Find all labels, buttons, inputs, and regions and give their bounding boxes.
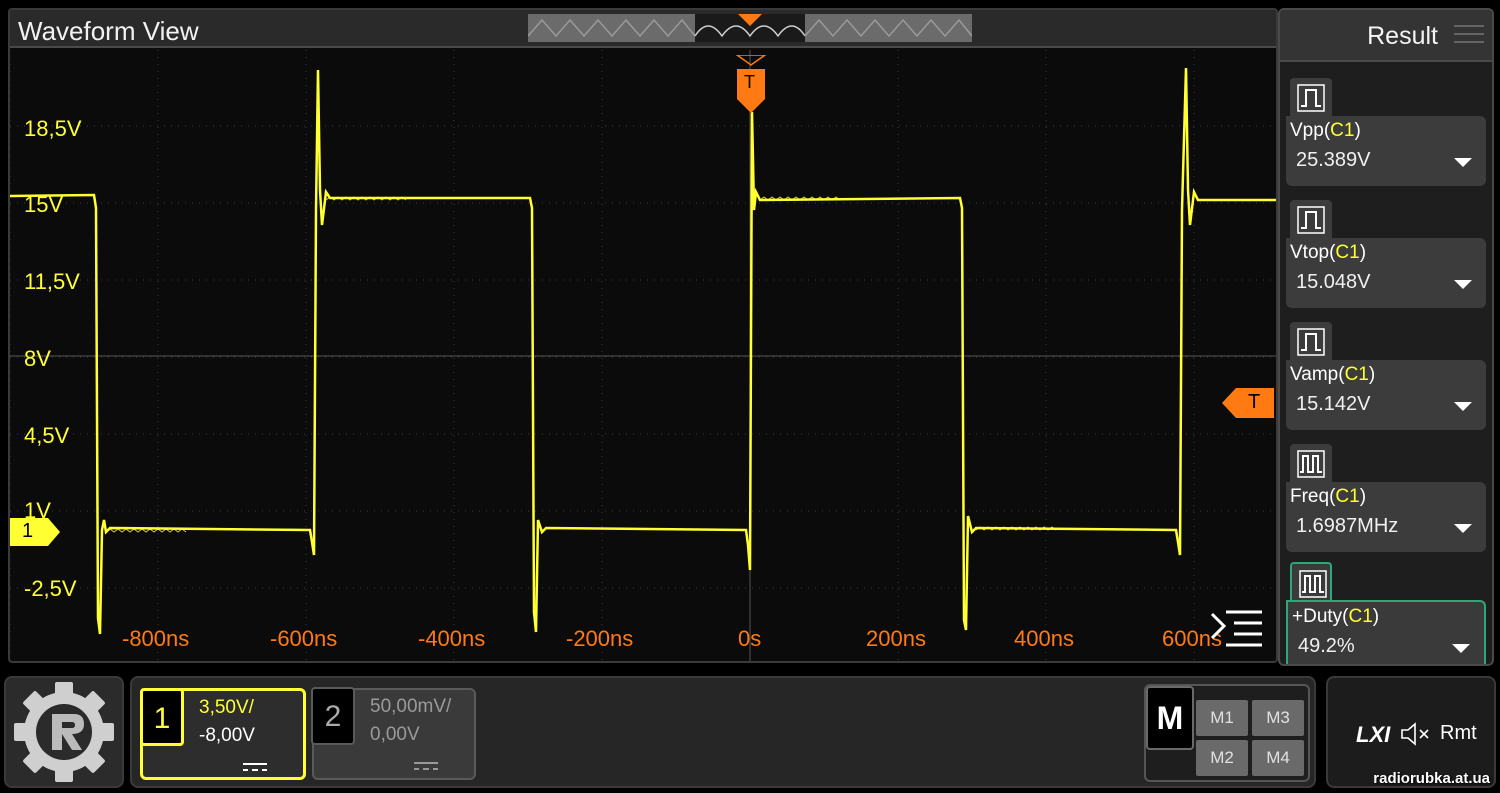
- time-label: -800ns: [122, 626, 190, 651]
- chevron-down-icon[interactable]: [1452, 642, 1470, 654]
- waveform-panel: Waveform View 18,5V 15V 11,5V 8V 4,5V 1V…: [8, 8, 1278, 663]
- volt-label: 11,5V: [24, 269, 80, 294]
- ch1-marker-label: 1: [22, 520, 34, 542]
- measurement-vpp[interactable]: Vpp(C1) 25.389V: [1286, 78, 1488, 198]
- volt-label: 15V: [24, 192, 64, 217]
- measurement-vtop[interactable]: Vtop(C1) 15.048V: [1286, 200, 1488, 320]
- trigger-position-marker[interactable]: T: [734, 54, 768, 115]
- channel-1-number: 1: [140, 688, 184, 746]
- measurement-duty[interactable]: +Duty(C1) 49.2%: [1286, 562, 1488, 664]
- measurement-value: 15.142V: [1296, 393, 1371, 415]
- channel-2-button[interactable]: 2 50,00mV/ 0,00V: [311, 687, 476, 780]
- measurement-card[interactable]: Vamp(C1) 15.142V: [1286, 360, 1486, 430]
- chevron-down-icon[interactable]: [1454, 400, 1472, 412]
- gear-logo-icon: [14, 682, 114, 782]
- main-menu-button[interactable]: [4, 676, 124, 788]
- waveform-title-bar: Waveform View: [10, 10, 1276, 48]
- measurement-name: Vpp(C1): [1290, 120, 1361, 141]
- trigger-position-label: T: [744, 72, 755, 92]
- time-label: 400ns: [1014, 626, 1074, 651]
- trigger-level-label: T: [1248, 391, 1261, 413]
- pulse-measure-icon: [1290, 200, 1332, 242]
- measurement-name: Freq(C1): [1290, 486, 1367, 507]
- math-button[interactable]: M: [1146, 686, 1194, 750]
- volt-label: -2,5V: [24, 576, 77, 601]
- chevron-down-icon[interactable]: [1454, 278, 1472, 290]
- watermark: radiorubka.at.ua: [1373, 770, 1490, 787]
- result-header: Result: [1280, 10, 1492, 62]
- time-label: -600ns: [270, 626, 338, 651]
- trigger-level-marker[interactable]: T: [1222, 388, 1276, 418]
- measurement-card[interactable]: +Duty(C1) 49.2%: [1286, 600, 1486, 664]
- bottom-bar: 1 3,50V/ -8,00V 2 50,00mV/ 0,00V M M1 M3…: [0, 672, 1500, 793]
- time-label: -200ns: [566, 626, 634, 651]
- channel-2-offset: 0,00V: [370, 724, 420, 745]
- measurement-name: Vamp(C1): [1290, 364, 1376, 385]
- remote-status[interactable]: Rmt: [1440, 722, 1477, 745]
- volt-label: 4,5V: [24, 423, 70, 448]
- speaker-mute-icon[interactable]: [1400, 722, 1432, 746]
- waveform-overview-strip[interactable]: [528, 14, 972, 42]
- waveform-graticule[interactable]: [10, 50, 1276, 663]
- pulse-measure-icon: [1290, 322, 1332, 364]
- math-m1-button[interactable]: M1: [1196, 700, 1248, 736]
- dc-coupling-icon: [243, 763, 267, 771]
- time-label: 200ns: [866, 626, 926, 651]
- dc-coupling-icon: [414, 762, 438, 770]
- result-panel: Result Vpp(C1) 25.389V Vtop(C1) 15.048V: [1278, 8, 1494, 666]
- drag-handle-icon[interactable]: [1454, 22, 1484, 46]
- waveform-title: Waveform View: [18, 16, 199, 46]
- volt-label: 18,5V: [24, 116, 82, 141]
- measurement-value: 49.2%: [1298, 635, 1355, 657]
- measurement-freq[interactable]: Freq(C1) 1.6987MHz: [1286, 444, 1488, 564]
- channel-1-button[interactable]: 1 3,50V/ -8,00V: [140, 688, 306, 780]
- measurement-card[interactable]: Vtop(C1) 15.048V: [1286, 238, 1486, 308]
- math-m3-button[interactable]: M3: [1252, 700, 1304, 736]
- channel-bar: 1 3,50V/ -8,00V 2 50,00mV/ 0,00V M M1 M3…: [130, 676, 1316, 788]
- math-group: M M1 M3 M2 M4: [1144, 684, 1310, 782]
- channel-1-scale: 3,50V/: [199, 697, 254, 718]
- math-m2-button[interactable]: M2: [1196, 740, 1248, 776]
- volt-label: 8V: [24, 346, 51, 371]
- measurement-value: 1.6987MHz: [1296, 515, 1399, 537]
- measurement-value: 15.048V: [1296, 271, 1371, 293]
- duty-measure-icon: [1290, 562, 1332, 604]
- lxi-status[interactable]: LXI: [1356, 722, 1390, 748]
- channel-1-offset: -8,00V: [199, 725, 255, 746]
- channel-2-scale: 50,00mV/: [370, 696, 452, 717]
- time-label: 0s: [738, 626, 762, 651]
- measurement-card[interactable]: Freq(C1) 1.6987MHz: [1286, 482, 1486, 552]
- chevron-down-icon[interactable]: [1454, 156, 1472, 168]
- channel-2-number: 2: [311, 687, 355, 745]
- result-title: Result: [1367, 22, 1438, 50]
- measurement-name: Vtop(C1): [1290, 242, 1367, 263]
- measurement-card[interactable]: Vpp(C1) 25.389V: [1286, 116, 1486, 186]
- pulse-measure-icon: [1290, 78, 1332, 120]
- measurement-value: 25.389V: [1296, 149, 1371, 171]
- frequency-measure-icon: [1290, 444, 1332, 486]
- measurement-vamp[interactable]: Vamp(C1) 15.142V: [1286, 322, 1488, 442]
- time-label: -400ns: [418, 626, 486, 651]
- math-m4-button[interactable]: M4: [1252, 740, 1304, 776]
- ch1-offset-marker[interactable]: 1: [10, 518, 62, 546]
- collapse-menu-icon[interactable]: [1208, 606, 1264, 650]
- chevron-down-icon[interactable]: [1454, 522, 1472, 534]
- measurement-name: +Duty(C1): [1292, 606, 1380, 627]
- ch1-trace: [10, 67, 1276, 635]
